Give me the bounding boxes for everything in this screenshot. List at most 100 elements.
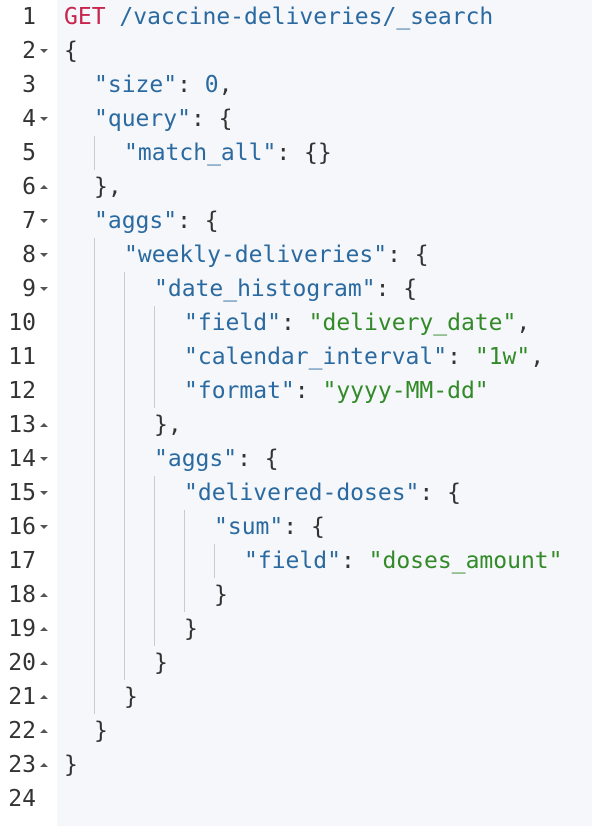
json-punctuation: : [177, 72, 205, 98]
code-line[interactable]: 18} [0, 578, 592, 612]
code-line[interactable]: 13}, [0, 408, 592, 442]
code-text[interactable]: "calendar_interval": "1w", [184, 340, 544, 374]
request-line[interactable]: 1 GET /vaccine-deliveries/_search [0, 0, 592, 34]
json-key: "aggs" [94, 208, 178, 234]
fold-expand-icon[interactable] [39, 646, 51, 680]
fold-collapse-icon[interactable] [39, 238, 51, 272]
code-line[interactable]: 6}, [0, 170, 592, 204]
fold-expand-icon[interactable] [39, 408, 51, 442]
code-line[interactable]: 15 "delivered-doses": { [0, 476, 592, 510]
fold-expand-icon[interactable] [39, 748, 51, 782]
json-punctuation: : {} [276, 140, 332, 166]
code-line[interactable]: 20} [0, 646, 592, 680]
code-line[interactable]: 14 "aggs": { [0, 442, 592, 476]
code-text[interactable]: "sum": { [214, 510, 325, 544]
code-editor[interactable]: 1 GET /vaccine-deliveries/_search 2{3 "si… [0, 0, 592, 826]
code-text[interactable]: } [124, 680, 138, 714]
code-line[interactable]: 9 "date_histogram": { [0, 272, 592, 306]
line-number: 7 [22, 208, 36, 234]
indent-guide [124, 544, 125, 578]
fold-expand-icon[interactable] [39, 680, 51, 714]
indent-guide [124, 646, 125, 680]
code-text[interactable]: "weekly-deliveries": { [124, 238, 429, 272]
fold-expand-icon[interactable] [39, 578, 51, 612]
code-text[interactable]: } [64, 748, 78, 782]
json-string: "delivery_date" [308, 310, 517, 336]
code-text[interactable]: }, [94, 170, 122, 204]
code-line[interactable]: 5 "match_all": {} [0, 136, 592, 170]
line-number: 8 [22, 242, 36, 268]
code-line[interactable]: 19} [0, 612, 592, 646]
fold-collapse-icon[interactable] [39, 510, 51, 544]
line-number: 5 [22, 140, 36, 166]
code-line[interactable]: 12 "format": "yyyy-MM-dd" [0, 374, 592, 408]
code-line[interactable]: 2{ [0, 34, 592, 68]
indent-guide [94, 374, 95, 408]
code-text[interactable]: "match_all": {} [124, 136, 332, 170]
fold-collapse-icon[interactable] [39, 204, 51, 238]
json-punctuation: : [294, 378, 323, 404]
fold-collapse-icon[interactable] [39, 476, 51, 510]
json-key: "field" [184, 310, 281, 336]
json-string: "doses_amount" [368, 548, 563, 574]
line-number: 6 [22, 174, 36, 200]
line-number: 15 [8, 480, 36, 506]
indent-guide [124, 612, 125, 646]
fold-collapse-icon[interactable] [39, 442, 51, 476]
code-line[interactable]: 17 "field": "doses_amount" [0, 544, 592, 578]
fold-expand-icon[interactable] [39, 612, 51, 646]
json-punctuation: : [280, 310, 309, 336]
line-number: 11 [8, 344, 36, 370]
code-text[interactable]: "delivered-doses": { [184, 476, 461, 510]
line-number: 17 [8, 548, 36, 574]
code-text[interactable]: "format": "yyyy-MM-dd" [184, 374, 489, 408]
line-number: 20 [8, 650, 36, 676]
http-method: GET [64, 4, 106, 30]
json-key: "sum" [214, 514, 284, 540]
fold-collapse-icon[interactable] [39, 34, 51, 68]
code-text[interactable]: } [184, 612, 198, 646]
line-number: 22 [8, 718, 36, 744]
code-text[interactable]: } [214, 578, 228, 612]
code-text[interactable]: "date_histogram": { [154, 272, 417, 306]
code-line[interactable]: 3 "size": 0, [0, 68, 592, 102]
code-text[interactable]: { [64, 34, 78, 68]
indent-guide [154, 544, 155, 578]
code-text[interactable]: "size": 0, [94, 68, 233, 102]
code-text[interactable]: } [154, 646, 168, 680]
indent-guide [94, 612, 95, 646]
code-line[interactable]: 24 [0, 782, 592, 816]
indent-guide [124, 306, 125, 340]
indent-guide [94, 238, 95, 272]
fold-collapse-icon[interactable] [39, 272, 51, 306]
code-line[interactable]: 16 "sum": { [0, 510, 592, 544]
code-line[interactable]: 23} [0, 748, 592, 782]
indent-guide [124, 272, 125, 306]
json-punctuation: : { [190, 106, 233, 132]
code-text[interactable]: "field": "delivery_date", [184, 306, 530, 340]
fold-expand-icon[interactable] [39, 714, 51, 748]
json-punctuation: } [124, 684, 138, 710]
indent-guide [94, 544, 95, 578]
code-text[interactable]: "aggs": { [94, 204, 219, 238]
code-line[interactable]: 21} [0, 680, 592, 714]
code-line[interactable]: 10 "field": "delivery_date", [0, 306, 592, 340]
json-punctuation: } [154, 650, 168, 676]
code-line[interactable]: 22} [0, 714, 592, 748]
code-line[interactable]: 7 "aggs": { [0, 204, 592, 238]
code-text[interactable]: } [94, 714, 108, 748]
indent-guide [184, 510, 185, 544]
code-text[interactable]: "aggs": { [154, 442, 279, 476]
request-line-code[interactable]: GET /vaccine-deliveries/_search [64, 0, 493, 34]
code-line[interactable]: 4 "query": { [0, 102, 592, 136]
indent-guide [154, 306, 155, 340]
code-line[interactable]: 8 "weekly-deliveries": { [0, 238, 592, 272]
indent-guide [94, 136, 95, 170]
code-line[interactable]: 11 "calendar_interval": "1w", [0, 340, 592, 374]
code-text[interactable]: "query": { [94, 102, 232, 136]
json-punctuation: } [214, 582, 228, 608]
code-text[interactable]: "field": "doses_amount" [244, 544, 563, 578]
fold-collapse-icon[interactable] [39, 102, 51, 136]
code-text[interactable]: }, [154, 408, 182, 442]
fold-expand-icon[interactable] [39, 170, 51, 204]
